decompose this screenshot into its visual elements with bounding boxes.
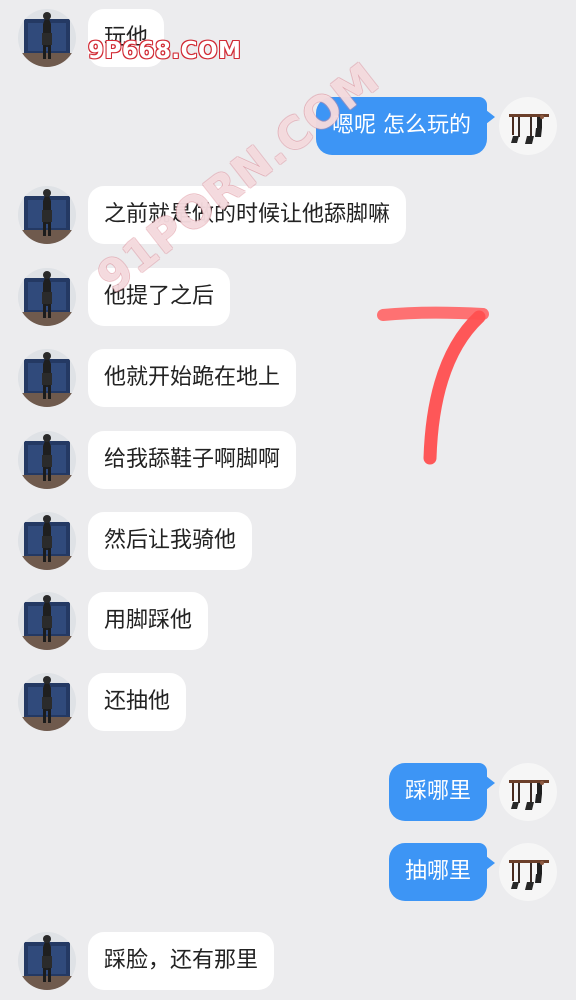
message-row: 嗯呢 怎么玩的 — [0, 97, 576, 161]
my-avatar[interactable] — [499, 97, 557, 155]
message-row: 抽哪里 — [0, 843, 576, 907]
incoming-message-bubble[interactable]: 用脚踩他 — [88, 592, 209, 650]
my-avatar[interactable] — [499, 843, 557, 901]
message-row: 踩哪里 — [0, 763, 576, 827]
incoming-message-bubble[interactable]: 然后让我骑他 — [88, 512, 253, 570]
user-avatar[interactable] — [18, 512, 76, 570]
message-row: 用脚踩他 — [0, 592, 576, 656]
my-avatar[interactable] — [499, 763, 557, 821]
message-row: 他就开始跪在地上 — [0, 349, 576, 413]
message-row: 他提了之后 — [0, 268, 576, 332]
user-avatar[interactable] — [18, 673, 76, 731]
outgoing-message-bubble[interactable]: 抽哪里 — [388, 843, 496, 901]
outgoing-message-bubble[interactable]: 嗯呢 怎么玩的 — [316, 97, 495, 155]
user-avatar[interactable] — [18, 932, 76, 990]
message-row: 玩他 — [0, 9, 576, 73]
incoming-message-bubble[interactable]: 踩脸，还有那里 — [88, 932, 275, 990]
user-avatar[interactable] — [18, 186, 76, 244]
incoming-message-bubble[interactable]: 之前就是做的时候让他舔脚嘛 — [88, 186, 407, 244]
outgoing-message-bubble[interactable]: 踩哪里 — [388, 763, 496, 821]
user-avatar[interactable] — [18, 9, 76, 67]
user-avatar[interactable] — [18, 592, 76, 650]
incoming-message-bubble[interactable]: 还抽他 — [88, 673, 187, 731]
message-row: 然后让我骑他 — [0, 512, 576, 576]
user-avatar[interactable] — [18, 349, 76, 407]
incoming-message-bubble[interactable]: 他提了之后 — [88, 268, 231, 326]
message-row: 给我舔鞋子啊脚啊 — [0, 431, 576, 495]
incoming-message-bubble[interactable]: 他就开始跪在地上 — [88, 349, 297, 407]
user-avatar[interactable] — [18, 431, 76, 489]
chat-thread: 玩他 嗯呢 怎么玩的 之前就是做的时候让他舔脚嘛 他提了之后 他就开始跪在地上 … — [0, 0, 576, 1000]
top-watermark: 9P668.COM — [88, 38, 242, 64]
user-avatar[interactable] — [18, 268, 76, 326]
message-row: 还抽他 — [0, 673, 576, 737]
message-row: 之前就是做的时候让他舔脚嘛 — [0, 186, 576, 250]
message-row: 踩脸，还有那里 — [0, 932, 576, 996]
incoming-message-bubble[interactable]: 给我舔鞋子啊脚啊 — [88, 431, 297, 489]
